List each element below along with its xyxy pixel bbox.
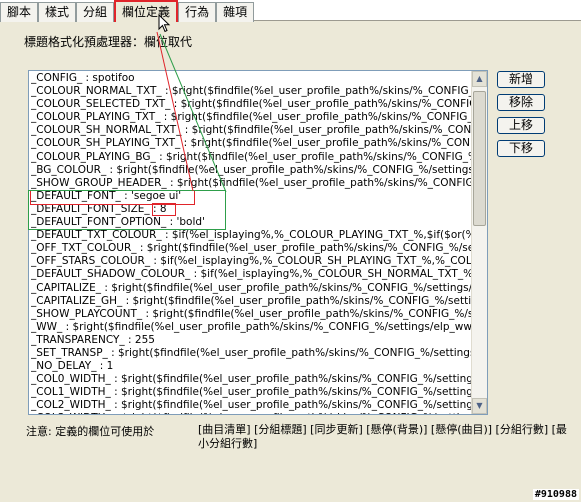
field-row[interactable]: _COL1_WIDTH_ : $right($findfile(%el_user…	[31, 386, 471, 399]
field-row[interactable]: _OFF_TXT_COLOUR_ : $right($findfile(%el_…	[31, 242, 471, 255]
field-row[interactable]: _COL2_WIDTH_ : $right($findfile(%el_user…	[31, 399, 471, 412]
tab-style[interactable]: 樣式	[38, 2, 77, 22]
tab-misc[interactable]: 雜項	[216, 2, 255, 22]
tab-behavior[interactable]: 行為	[178, 2, 217, 22]
field-row[interactable]: _CONFIG_ : spotifoo	[31, 72, 471, 85]
field-row[interactable]: _COLOUR_PLAYING_BG_ : $right($findfile(%…	[31, 151, 471, 164]
field-definitions-list[interactable]: _CONFIG_ : spotifoo _COLOUR_NORMAL_TXT_ :…	[28, 70, 488, 415]
mouse-cursor-icon	[158, 14, 171, 33]
field-lines: _CONFIG_ : spotifoo _COLOUR_NORMAL_TXT_ :…	[31, 72, 471, 414]
field-row[interactable]: _COL0_WIDTH_ : $right($findfile(%el_user…	[31, 373, 471, 386]
scroll-down-icon[interactable]: ▼	[472, 398, 487, 414]
field-row[interactable]: _NO_DELAY_ : 1	[31, 360, 471, 373]
group-label: 標題格式化預處理器：欄位取代	[22, 33, 195, 50]
add-button[interactable]: 新增	[497, 71, 545, 88]
field-row[interactable]: _COLOUR_SELECTED_TXT_ : $right($findfile…	[31, 98, 471, 111]
move-down-button[interactable]: 下移	[497, 140, 545, 157]
move-up-button[interactable]: 上移	[497, 117, 545, 134]
field-row[interactable]: _SET_TRANSP_ : $right($findfile(%el_user…	[31, 347, 471, 360]
field-row[interactable]: _DEFAULT_SHADOW_COLOUR_ : $if(%el_isplay…	[31, 268, 471, 281]
field-row[interactable]: _SHOW_GROUP_HEADER_ : $right($findfile(%…	[31, 177, 471, 190]
field-row[interactable]: _DEFAULT_FONT_ : 'segoe ui'	[31, 190, 471, 203]
tab-script[interactable]: 腳本	[0, 2, 39, 22]
field-row[interactable]: _COLOUR_NORMAL_TXT_ : $right($findfile(%…	[31, 85, 471, 98]
field-row[interactable]: _CAPITALIZE_ : $right($findfile(%el_user…	[31, 282, 471, 295]
field-row[interactable]: _COLOUR_SH_NORMAL_TXT_ : $right($findfil…	[31, 124, 471, 137]
field-row[interactable]: _TRANSPARENCY_ : 255	[31, 334, 471, 347]
scroll-up-icon[interactable]: ▲	[472, 71, 487, 87]
field-row[interactable]: _SHOW_PLAYCOUNT_ : $right($findfile(%el_…	[31, 308, 471, 321]
field-row[interactable]: _DEFAULT_FONT_SIZE_ : 8	[31, 203, 471, 216]
field-row[interactable]: _WW_ : $right($findfile(%el_user_profile…	[31, 321, 471, 334]
field-row[interactable]: _COLOUR_SH_PLAYING_TXT_ : $right($findfi…	[31, 137, 471, 150]
vertical-scrollbar[interactable]: ▲ ▼	[471, 71, 487, 414]
usage-note: 注意: 定義的欄位可使用於	[26, 425, 155, 438]
field-row[interactable]: _DEFAULT_FONT_OPTION_ : 'bold'	[31, 216, 471, 229]
field-row[interactable]: _OFF_STARS_COLOUR_ : $if(%el_isplaying%,…	[31, 255, 471, 268]
available-contexts: [曲目清單] [分組標題] [同步更新] [懸停(背景)] [懸停(曲目)] […	[198, 423, 567, 450]
field-row[interactable]: _COLOUR_PLAYING_TXT_ : $right($findfile(…	[31, 111, 471, 124]
tab-strip: 腳本 樣式 分組 欄位定義 行為 雜項	[0, 0, 255, 22]
tab-grouping[interactable]: 分組	[76, 2, 115, 22]
field-row[interactable]: _CAPITALIZE_GH_ : $right($findfile(%el_u…	[31, 295, 471, 308]
field-row[interactable]: _DEFAULT_TXT_COLOUR_ : $if(%el_isplaying…	[31, 229, 471, 242]
watermark: #910988	[532, 489, 579, 500]
remove-button[interactable]: 移除	[497, 94, 545, 111]
field-row[interactable]: _BG_COLOUR_ : $right($findfile(%el_user_…	[31, 164, 471, 177]
scroll-thumb[interactable]	[473, 91, 486, 226]
field-row[interactable]: _COL3_WIDTH_ : $right($findfile(%el_user…	[31, 412, 471, 414]
